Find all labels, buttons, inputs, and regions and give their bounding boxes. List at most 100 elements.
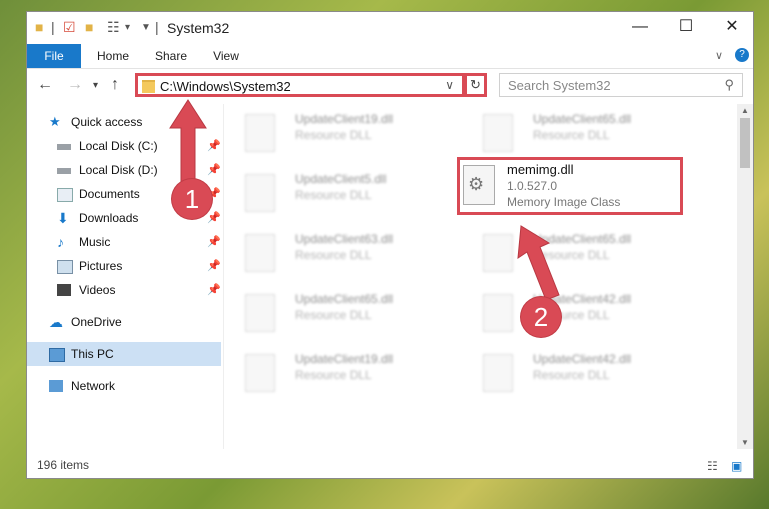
details-view-icon[interactable]: ☷ xyxy=(707,459,718,473)
file-type: Resource DLL xyxy=(295,248,372,262)
tab-file[interactable]: File xyxy=(27,44,81,68)
address-path: C:\Windows\System32 xyxy=(160,79,291,94)
scroll-thumb[interactable] xyxy=(740,118,750,168)
nav-label: This PC xyxy=(71,347,114,361)
chevron-down-icon[interactable]: ∨ xyxy=(445,78,454,92)
tab-share[interactable]: Share xyxy=(151,44,191,68)
file-name: UpdateClient19.dll xyxy=(295,112,394,126)
nav-local-disk-c[interactable]: Local Disk (C:) 📌 xyxy=(57,134,222,158)
dll-file-icon xyxy=(245,174,275,212)
nav-music[interactable]: ♪ Music 📌 xyxy=(57,230,222,254)
dll-file-icon xyxy=(483,114,513,152)
up-icon[interactable]: ↑ xyxy=(111,76,119,94)
dll-file-icon xyxy=(245,294,275,332)
address-row: ← → ▾ ↑ C:\Windows\System32 ∨ ↻ Search S… xyxy=(27,70,753,100)
pin-icon: 📌 xyxy=(207,260,221,272)
back-icon[interactable]: ← xyxy=(37,76,53,94)
status-bar: 196 items ☷ ▣ xyxy=(27,454,753,478)
nav-videos[interactable]: Videos 📌 xyxy=(57,278,222,302)
file-name: UpdateClient65.dll xyxy=(533,232,632,246)
window-title: System32 xyxy=(167,20,230,36)
file-item[interactable]: UpdateClient5.dll Resource DLL xyxy=(227,168,437,220)
expand-ribbon-icon[interactable]: ∨ xyxy=(715,49,723,62)
drive-icon xyxy=(57,168,71,174)
file-name: UpdateClient5.dll xyxy=(295,172,387,186)
qat-dropdown-icon[interactable]: ▼ xyxy=(141,22,151,33)
drive-icon xyxy=(57,144,71,150)
music-icon: ♪ xyxy=(57,234,64,250)
nav-network[interactable]: Network xyxy=(49,374,219,398)
nav-local-disk-d[interactable]: Local Disk (D:) 📌 xyxy=(57,158,222,182)
download-icon: ⬇ xyxy=(57,210,69,226)
gear-icon: ⚙ xyxy=(468,174,485,194)
nav-quick-access[interactable]: ★ Quick access xyxy=(49,110,219,134)
cloud-icon: ☁ xyxy=(49,314,63,330)
callout-badge-2: 2 xyxy=(521,297,561,337)
file-item[interactable]: UpdateClient65.dll Resource DLL xyxy=(465,108,675,160)
properties-icon[interactable]: ☑ xyxy=(63,19,76,36)
file-version: 1.0.527.0 xyxy=(507,179,558,193)
scroll-down-icon[interactable]: ▼ xyxy=(741,438,749,447)
file-type: Resource DLL xyxy=(533,368,610,382)
address-bar[interactable]: C:\Windows\System32 ∨ xyxy=(135,73,465,97)
file-item[interactable]: UpdateClient65.dll Resource DLL xyxy=(465,228,675,280)
minimize-button[interactable]: — xyxy=(617,12,663,42)
customize-icon[interactable]: ☷ xyxy=(107,19,120,36)
computer-icon xyxy=(49,348,65,362)
search-input[interactable]: Search System32 xyxy=(508,78,611,93)
file-description: Memory Image Class xyxy=(507,195,621,209)
folder-icon: ■ xyxy=(35,19,44,35)
file-item[interactable]: UpdateClient65.dll Resource DLL xyxy=(227,288,437,340)
file-item[interactable]: UpdateClient19.dll Resource DLL xyxy=(227,108,437,160)
recent-locations-icon[interactable]: ▾ xyxy=(93,80,98,91)
nav-pictures[interactable]: Pictures 📌 xyxy=(57,254,222,278)
maximize-button[interactable]: ☐ xyxy=(663,12,709,42)
dll-file-icon xyxy=(245,114,275,152)
explorer-window: ■ | ☑ ■ ☷ ▾ ▼ | System32 — ☐ ✕ File Home… xyxy=(26,11,754,479)
nav-label: Downloads xyxy=(79,211,139,225)
callout-badge-1: 1 xyxy=(172,179,212,219)
documents-icon xyxy=(57,188,73,202)
file-item[interactable]: UpdateClient19.dll Resource DLL xyxy=(227,348,437,400)
dll-file-icon xyxy=(245,234,275,272)
file-type: Resource DLL xyxy=(295,128,372,142)
chevron-down-icon[interactable]: ▾ xyxy=(125,22,130,33)
file-item[interactable]: UpdateClient42.dll Resource DLL xyxy=(465,348,675,400)
file-type: Resource DLL xyxy=(533,128,610,142)
pin-icon: 📌 xyxy=(207,140,221,152)
dll-file-icon xyxy=(483,294,513,332)
nav-onedrive[interactable]: ☁ OneDrive xyxy=(49,310,219,334)
nav-label: Quick access xyxy=(71,115,143,129)
tab-view[interactable]: View xyxy=(209,44,243,68)
new-folder-icon[interactable]: ■ xyxy=(85,19,93,35)
search-box[interactable]: Search System32 ⚲ xyxy=(499,73,743,97)
vertical-scrollbar[interactable]: ▲ ▼ xyxy=(737,104,753,449)
nav-label: Local Disk (C:) xyxy=(79,139,158,153)
pictures-icon xyxy=(57,260,73,274)
tiles-view-icon[interactable]: ▣ xyxy=(731,459,742,473)
file-list: UpdateClient19.dll Resource DLL UpdateCl… xyxy=(227,104,735,449)
highlighted-file[interactable]: ⚙ memimg.dll 1.0.527.0 Memory Image Clas… xyxy=(457,157,683,215)
nav-label: Pictures xyxy=(79,259,123,273)
file-type: Resource DLL xyxy=(295,368,372,382)
pin-icon: 📌 xyxy=(207,284,221,296)
tab-home[interactable]: Home xyxy=(93,44,133,68)
dll-file-icon xyxy=(483,234,513,272)
file-item[interactable]: UpdateClient42.dll Resource DLL xyxy=(465,288,675,340)
separator: | xyxy=(51,19,55,35)
scroll-up-icon[interactable]: ▲ xyxy=(741,106,749,115)
pin-icon: 📌 xyxy=(207,236,221,248)
file-item[interactable]: UpdateClient63.dll Resource DLL xyxy=(227,228,437,280)
file-name: UpdateClient65.dll xyxy=(533,112,632,126)
refresh-button[interactable]: ↻ xyxy=(464,73,487,97)
nav-this-pc[interactable]: This PC xyxy=(27,342,221,366)
nav-label: Documents xyxy=(79,187,140,201)
dll-file-icon xyxy=(483,354,513,392)
forward-icon[interactable]: → xyxy=(67,76,83,94)
separator: | xyxy=(155,19,159,35)
dll-file-icon xyxy=(245,354,275,392)
help-icon[interactable]: ? xyxy=(735,48,749,62)
close-button[interactable]: ✕ xyxy=(709,12,753,42)
folder-icon xyxy=(142,80,155,93)
video-icon xyxy=(57,284,71,296)
